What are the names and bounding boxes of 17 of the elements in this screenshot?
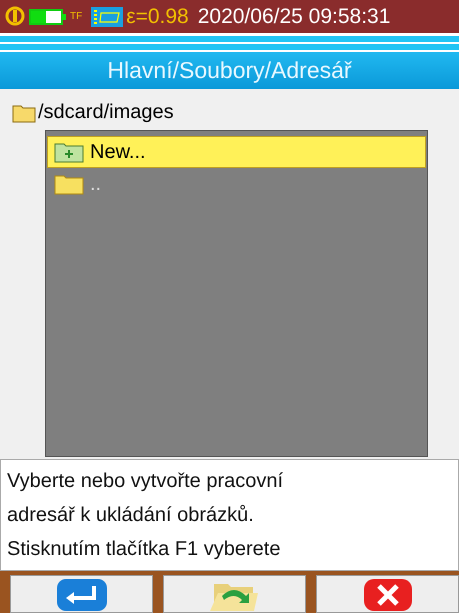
enter-icon bbox=[56, 578, 108, 612]
window-title: Hlavní/Soubory/Adresář bbox=[0, 52, 459, 90]
enter-button[interactable] bbox=[10, 575, 153, 613]
battery-icon bbox=[29, 8, 67, 25]
cancel-button[interactable] bbox=[316, 575, 459, 613]
emissivity-value: ε=0.98 bbox=[126, 4, 189, 29]
folder-icon bbox=[12, 102, 36, 123]
date-time: 2020/06/25 09:58:31 bbox=[198, 4, 390, 29]
storage-indicator: TF bbox=[70, 11, 82, 22]
help-text: Vyberte nebo vytvořte pracovní adresář k ukládání obrázků. Stisknutím tlačítka F1 vyberete bbox=[0, 459, 459, 571]
folder-icon bbox=[54, 173, 84, 196]
close-icon bbox=[362, 578, 412, 612]
directory-path: /sdcard/images bbox=[38, 101, 174, 124]
open-folder-button[interactable] bbox=[163, 575, 306, 613]
folder-plus-icon bbox=[54, 141, 84, 164]
file-list-item[interactable]: New... bbox=[48, 137, 425, 168]
sd-card-icon bbox=[91, 6, 124, 27]
